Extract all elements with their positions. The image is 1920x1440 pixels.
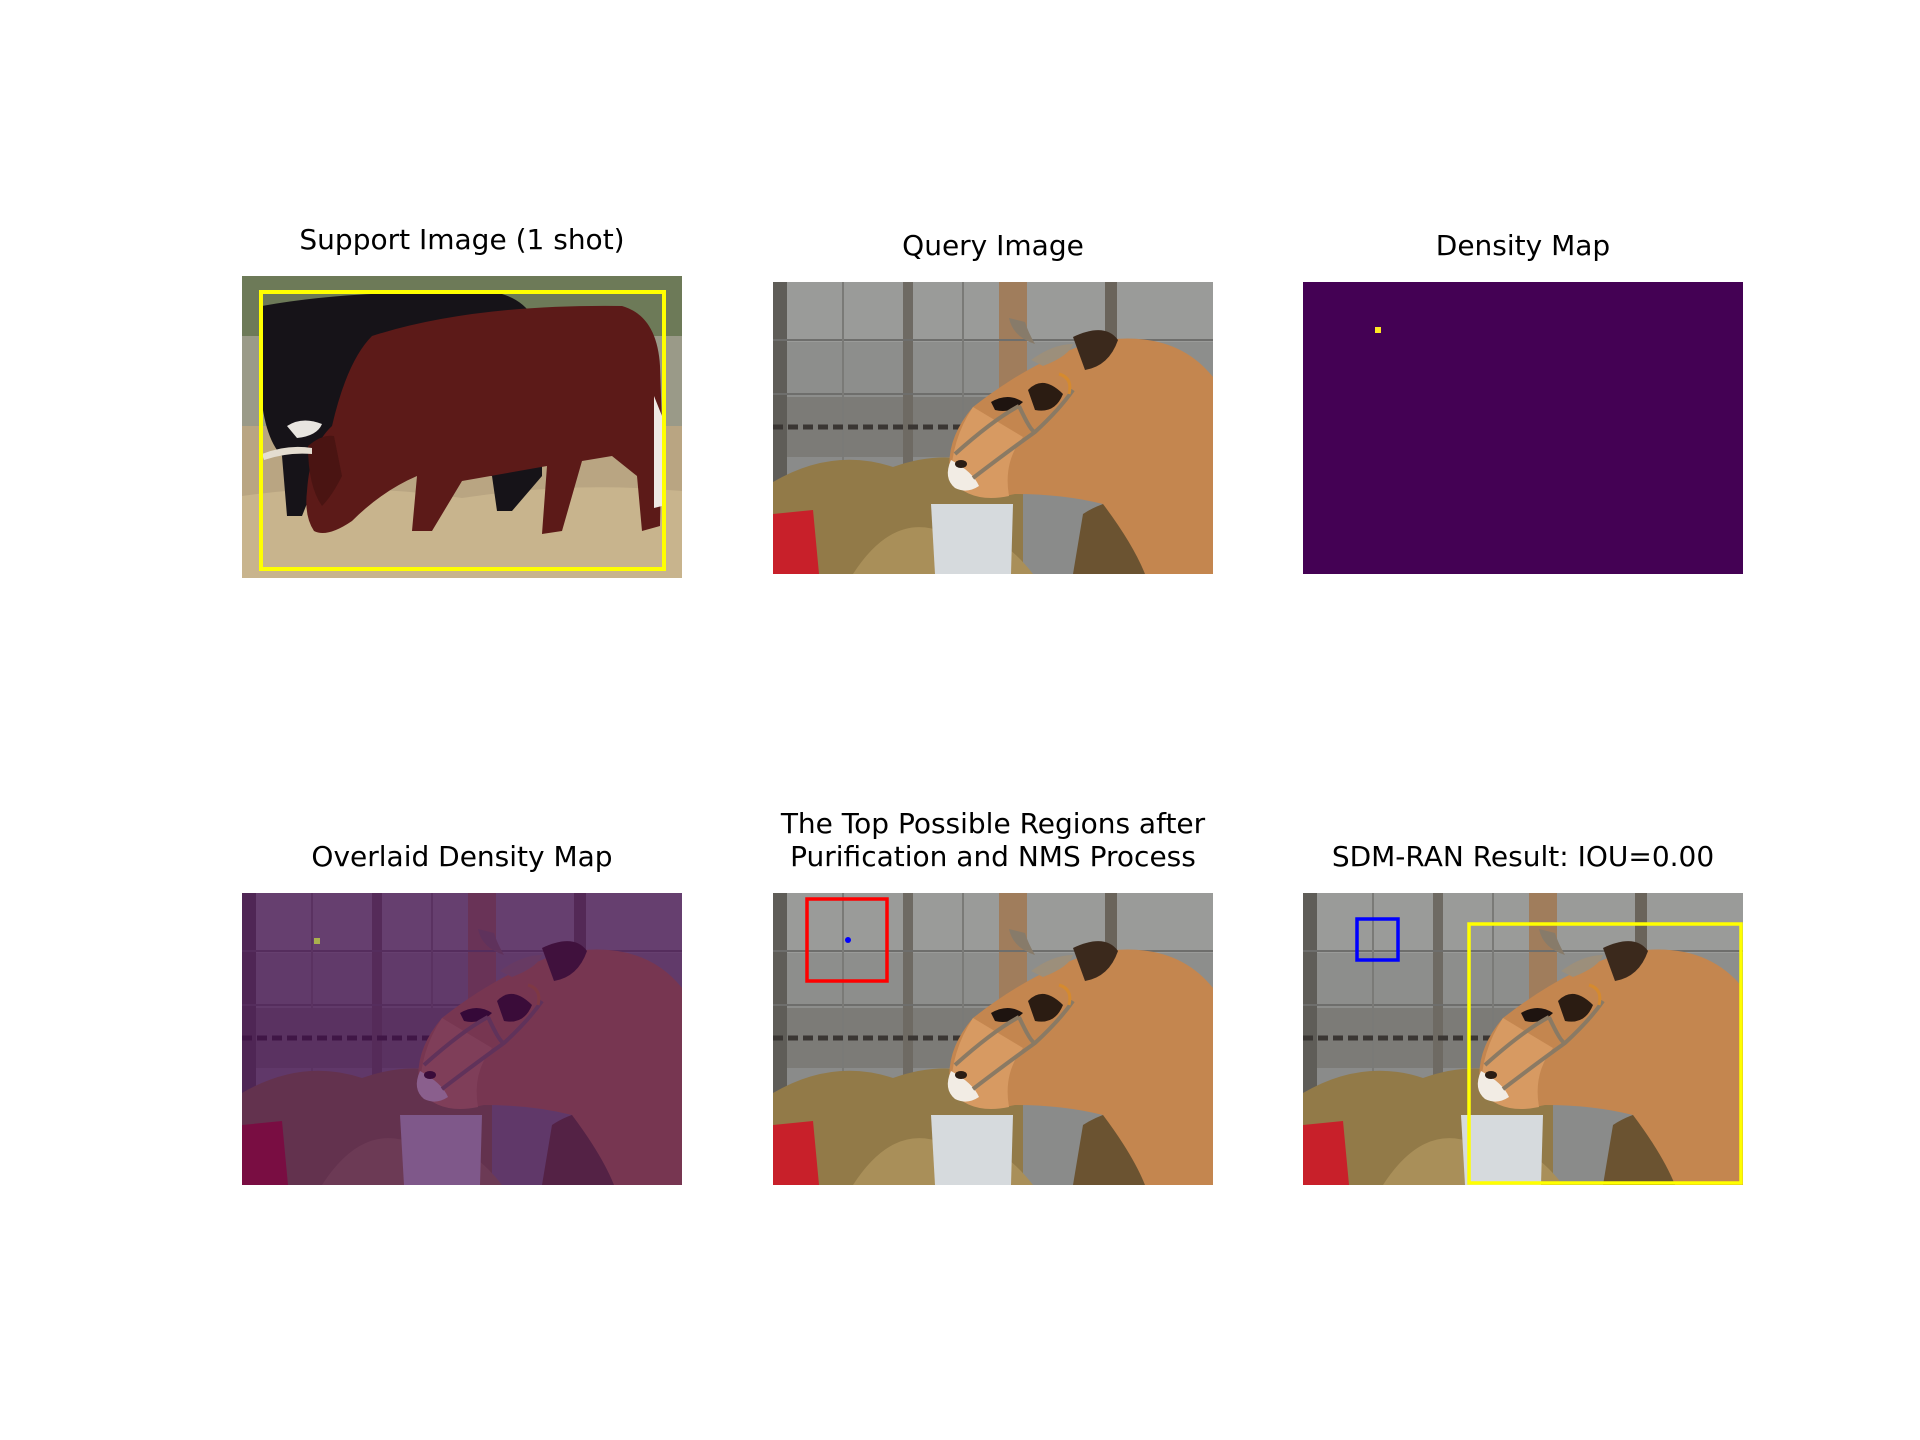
support-image-title: Support Image (1 shot) [299, 223, 625, 256]
density-point [845, 937, 851, 943]
figure-root: { "panels": { "support": { "title": "Sup… [0, 0, 1920, 1440]
panel-top-regions: The Top Possible Regions after Purificat… [773, 807, 1213, 1185]
query-image-title: Query Image [902, 229, 1084, 262]
support-image [242, 276, 682, 578]
overlaid-density-map-image [242, 893, 682, 1185]
result-image [1303, 893, 1743, 1185]
overlaid-density-peak [314, 938, 320, 944]
top-regions-title-line-1: The Top Possible Regions after [780, 807, 1206, 840]
top-regions-image [773, 893, 1213, 1185]
panel-result: SDM-RAN Result: IOU=0.00 [1303, 840, 1743, 1185]
panel-density-map: Density Map [1303, 229, 1743, 574]
density-peak [1375, 327, 1381, 333]
overlaid-density-map-title: Overlaid Density Map [311, 840, 613, 873]
density-map-image [1303, 282, 1743, 574]
panel-overlaid-density-map: Overlaid Density Map [242, 840, 682, 1185]
query-image [773, 282, 1213, 574]
panel-query-image: Query Image [773, 229, 1213, 574]
result-title: SDM-RAN Result: IOU=0.00 [1331, 840, 1715, 873]
panel-support-image: Support Image (1 shot) [242, 223, 682, 578]
top-regions-title-line-2: Purification and NMS Process [790, 840, 1196, 873]
top-regions-title: The Top Possible Regions after Purificat… [733, 807, 1253, 873]
density-map-title: Density Map [1435, 229, 1611, 262]
